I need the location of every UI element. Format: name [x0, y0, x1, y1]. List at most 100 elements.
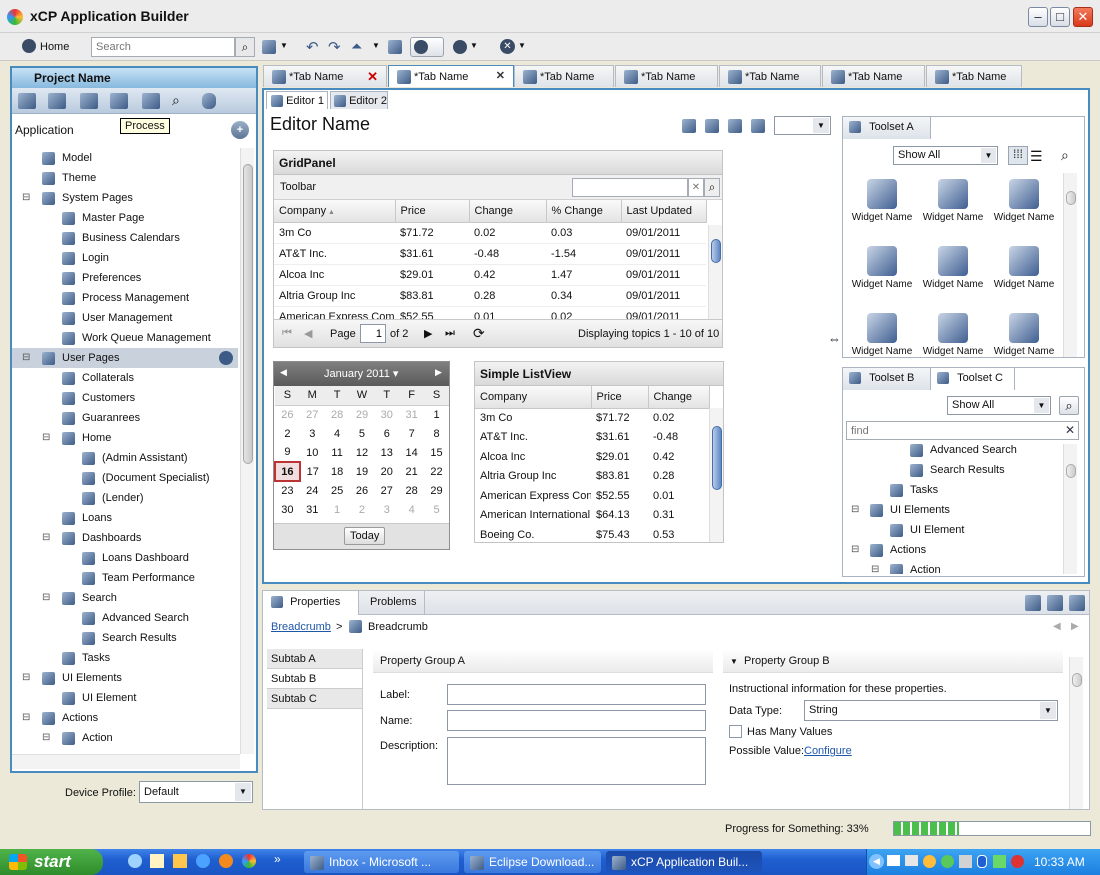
subtab-a[interactable]: Subtab A — [267, 649, 362, 669]
cancel-icon[interactable]: ✕ — [500, 39, 515, 54]
subtab-c[interactable]: Subtab C — [267, 689, 362, 709]
clear-icon[interactable]: ✕ — [1065, 423, 1075, 437]
tree-item-advanced-search[interactable]: Advanced Search — [12, 608, 238, 628]
tree-scroll-thumb[interactable] — [243, 164, 253, 464]
calendar-day[interactable]: 4 — [399, 500, 424, 519]
calendar-day[interactable]: 28 — [399, 481, 424, 500]
list-item[interactable]: Altria Group Inc $83.81 0.28 — [475, 467, 709, 487]
wireless-icon[interactable] — [993, 855, 1006, 868]
maximize-view-icon[interactable] — [1047, 595, 1063, 611]
expand-toggle-icon[interactable]: ⊟ — [42, 428, 50, 448]
calendar-day[interactable]: 26 — [350, 481, 375, 500]
table-row[interactable]: Alcoa Inc $29.01 0.42 1.47 09/01/2011 — [274, 264, 706, 286]
expand-toggle-icon[interactable]: ⊟ — [851, 540, 859, 560]
editor-tab-2[interactable]: *Tab Name ✕ — [388, 65, 514, 87]
table-row[interactable]: 3m Co $71.72 0.02 0.03 09/01/2011 — [274, 222, 706, 244]
list-item[interactable]: Boeing Co. $75.43 0.53 — [475, 525, 709, 545]
chevron-down-icon[interactable]: ▼ — [518, 41, 526, 50]
tool-tree-item-action[interactable]: ⊟ Action — [845, 560, 941, 574]
expand-toggle-icon[interactable]: ⊟ — [42, 588, 50, 608]
widget-item[interactable]: Widget Name — [991, 246, 1057, 290]
explorer-icon[interactable] — [150, 854, 164, 868]
calendar-day[interactable]: 28 — [325, 405, 350, 424]
breadcrumb-link[interactable]: Breadcrumb — [271, 621, 331, 633]
tree-scrollbar[interactable] — [240, 148, 254, 754]
editor-tab-6[interactable]: *Tab Name — [822, 65, 925, 87]
grid-column-header[interactable]: Change — [469, 200, 547, 223]
chevron-down-icon[interactable]: ▼ — [372, 41, 380, 50]
maximize-button[interactable]: □ — [1050, 7, 1070, 27]
widget-item[interactable]: Widget Name — [849, 246, 915, 290]
data-icon[interactable] — [18, 93, 36, 109]
close-tab-icon[interactable]: ✕ — [496, 69, 505, 82]
tray-collapse-icon[interactable]: ◀ — [869, 854, 884, 869]
widget-item[interactable]: Widget Name — [849, 179, 915, 223]
tree-item-ui-element[interactable]: UI Element — [12, 688, 238, 708]
tree-item-user-pages[interactable]: ⊟ User Pages — [12, 348, 238, 368]
editor-tab-3[interactable]: *Tab Name — [514, 65, 614, 87]
configure-link[interactable]: Configure — [804, 745, 852, 757]
magnifier-icon[interactable]: ⌕ — [172, 92, 180, 109]
update-icon[interactable] — [941, 855, 954, 868]
tree-item-system-pages[interactable]: ⊟ System Pages — [12, 188, 238, 208]
zoom-select[interactable]: ▼ — [774, 116, 831, 135]
toolset-c-tab[interactable]: Toolset C — [931, 368, 1015, 390]
new-icon[interactable] — [262, 40, 276, 54]
toolset-bc-scroll-thumb[interactable] — [1066, 464, 1076, 478]
layout-icon[interactable] — [728, 119, 742, 133]
editor-subtab-2[interactable]: Editor 2 — [330, 91, 388, 109]
taskbar-item-2[interactable]: Eclipse Download... — [464, 851, 601, 873]
search-icon[interactable]: ⌕ — [704, 178, 720, 197]
security-icon[interactable] — [923, 855, 936, 868]
calendar-day[interactable]: 13 — [374, 443, 399, 462]
list-item[interactable]: American Express Con $52.55 0.01 — [475, 486, 709, 506]
taskbar-item-1[interactable]: Inbox - Microsoft ... — [304, 851, 459, 873]
tree-item-theme[interactable]: Theme — [12, 168, 238, 188]
minimize-view-icon[interactable] — [1025, 595, 1041, 611]
calendar-day[interactable]: 5 — [424, 500, 449, 519]
editor-tab-1[interactable]: *Tab Name ✕ — [263, 65, 387, 87]
undo-icon[interactable]: ↶ — [306, 38, 319, 56]
has-many-checkbox[interactable] — [729, 725, 742, 738]
grid-column-header[interactable]: Price — [395, 200, 470, 223]
list-column-header[interactable]: Change — [648, 386, 710, 409]
list-scroll-thumb[interactable] — [712, 426, 722, 490]
home-button[interactable]: Home — [40, 41, 69, 53]
resize-handle-icon[interactable]: ⇔ — [828, 331, 841, 346]
expand-toggle-icon[interactable]: ⊟ — [22, 708, 30, 728]
device-profile-select[interactable]: Default ▼ — [139, 781, 253, 803]
grid-column-header[interactable]: Last Updated — [621, 200, 707, 223]
last-page-icon[interactable]: ⏭ — [445, 327, 455, 340]
tree-item-collaterals[interactable]: Collaterals — [12, 368, 238, 388]
calendar-day[interactable]: 31 — [300, 500, 325, 519]
list-item[interactable]: AT&T Inc. $31.61 -0.48 — [475, 428, 709, 448]
calendar-day[interactable]: 30 — [374, 405, 399, 424]
widget-item[interactable]: Widget Name — [920, 246, 986, 290]
tree-item-action[interactable]: ⊟ Action — [12, 728, 238, 748]
tool-tree-item-tasks[interactable]: Tasks — [845, 480, 938, 500]
grid-search-input[interactable] — [572, 178, 688, 197]
network-icon[interactable] — [905, 855, 918, 866]
description-field[interactable] — [447, 737, 706, 785]
calendar-day[interactable]: 3 — [300, 424, 325, 443]
editor-tab-5[interactable]: *Tab Name — [719, 65, 821, 87]
calendar-day[interactable]: 29 — [424, 481, 449, 500]
page-icon[interactable] — [80, 93, 98, 109]
calendar-day[interactable]: 23 — [275, 481, 300, 500]
tab-properties[interactable]: Properties — [263, 591, 359, 615]
calendar-day[interactable]: 3 — [374, 500, 399, 519]
calendar-day[interactable]: 20 — [374, 462, 399, 481]
tree-item-work-queue-management[interactable]: Work Queue Management — [12, 328, 238, 348]
calendar-day[interactable]: 31 — [399, 405, 424, 424]
grid-column-header[interactable]: Company ▲ — [274, 200, 396, 223]
chevron-down-icon[interactable]: ▼ — [470, 41, 478, 50]
org-chart-icon[interactable] — [142, 93, 160, 109]
list-view-icon[interactable]: ☰ — [1030, 148, 1043, 165]
magnifier-icon[interactable]: ⌕ — [1061, 147, 1069, 164]
close-view-icon[interactable] — [1069, 595, 1085, 611]
editor-subtab-1[interactable]: Editor 1 — [266, 91, 328, 109]
calendar-day[interactable]: 30 — [275, 500, 300, 519]
search-button[interactable]: ⌕ — [1059, 396, 1079, 415]
refresh-icon[interactable]: ⟳ — [473, 325, 485, 342]
calendar-day[interactable]: 6 — [374, 424, 399, 443]
